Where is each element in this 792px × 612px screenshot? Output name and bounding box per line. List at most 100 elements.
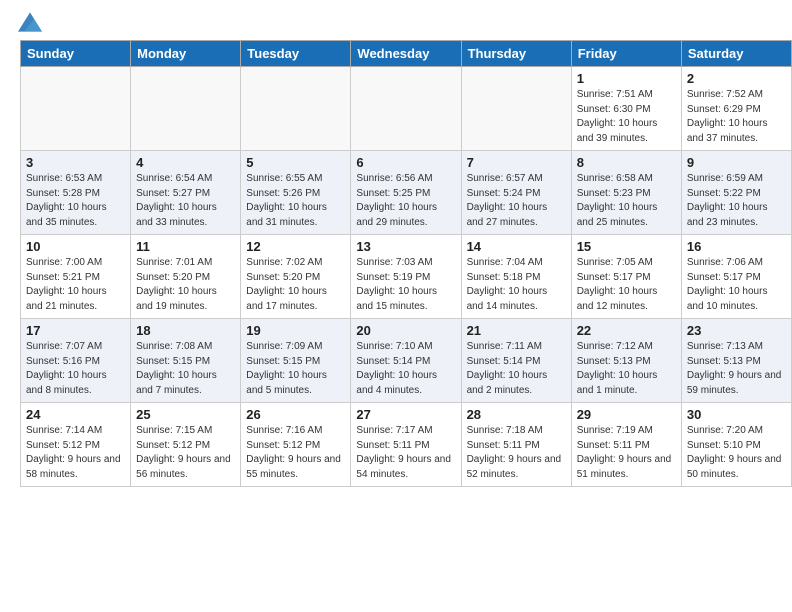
day-number: 25 [136,407,235,422]
calendar-header-cell: Friday [571,41,681,67]
day-number: 5 [246,155,345,170]
calendar-day-cell: 11 Sunrise: 7:01 AM Sunset: 5:20 PM Dayli… [131,235,241,319]
calendar-day-cell: 5 Sunrise: 6:55 AM Sunset: 5:26 PM Daylig… [241,151,351,235]
day-info: Sunrise: 7:01 AM Sunset: 5:20 PM Dayligh… [136,256,235,314]
calendar-week-row: 10 Sunrise: 7:00 AM Sunset: 5:21 PM Dayli… [21,235,792,319]
day-number: 24 [26,407,125,422]
day-info: Sunrise: 7:17 AM Sunset: 5:11 PM Dayligh… [356,424,455,482]
day-info: Sunrise: 6:56 AM Sunset: 5:25 PM Dayligh… [356,172,455,230]
calendar-header-row: SundayMondayTuesdayWednesdayThursdayFrid… [21,41,792,67]
calendar-day-cell: 27 Sunrise: 7:17 AM Sunset: 5:11 PM Dayli… [351,403,461,487]
day-number: 15 [577,239,676,254]
day-number: 8 [577,155,676,170]
calendar-day-cell: 26Sunrise: 7:16 AM Sunset: 5:12 PM Dayli… [241,403,351,487]
calendar-day-cell: 29 Sunrise: 7:19 AM Sunset: 5:11 PM Dayli… [571,403,681,487]
calendar-header-cell: Saturday [681,41,791,67]
calendar-day-cell: 22Sunrise: 7:12 AM Sunset: 5:13 PM Dayli… [571,319,681,403]
day-info: Sunrise: 6:55 AM Sunset: 5:26 PM Dayligh… [246,172,345,230]
day-number: 2 [687,71,786,86]
day-number: 18 [136,323,235,338]
day-number: 16 [687,239,786,254]
calendar-day-cell: 23 Sunrise: 7:13 AM Sunset: 5:13 PM Dayli… [681,319,791,403]
calendar-day-cell: 30 Sunrise: 7:20 AM Sunset: 5:10 PM Dayli… [681,403,791,487]
day-number: 28 [467,407,566,422]
calendar-header-cell: Sunday [21,41,131,67]
calendar-day-cell: 1Sunrise: 7:51 AM Sunset: 6:30 PM Daylig… [571,67,681,151]
day-info: Sunrise: 7:09 AM Sunset: 5:15 PM Dayligh… [246,340,345,398]
calendar-day-cell: 7Sunrise: 6:57 AM Sunset: 5:24 PM Daylig… [461,151,571,235]
calendar-day-cell: 14 Sunrise: 7:04 AM Sunset: 5:18 PM Dayli… [461,235,571,319]
calendar-day-cell: 18 Sunrise: 7:08 AM Sunset: 5:15 PM Dayli… [131,319,241,403]
day-info: Sunrise: 6:53 AM Sunset: 5:28 PM Dayligh… [26,172,125,230]
day-info: Sunrise: 7:06 AM Sunset: 5:17 PM Dayligh… [687,256,786,314]
day-number: 27 [356,407,455,422]
calendar-day-cell: 9Sunrise: 6:59 AM Sunset: 5:22 PM Daylig… [681,151,791,235]
calendar-header-cell: Thursday [461,41,571,67]
calendar-day-cell [131,67,241,151]
calendar-week-row: 1Sunrise: 7:51 AM Sunset: 6:30 PM Daylig… [21,67,792,151]
day-number: 11 [136,239,235,254]
calendar-week-row: 17 Sunrise: 7:07 AM Sunset: 5:16 PM Dayli… [21,319,792,403]
calendar-week-row: 3 Sunrise: 6:53 AM Sunset: 5:28 PM Daylig… [21,151,792,235]
day-info: Sunrise: 7:05 AM Sunset: 5:17 PM Dayligh… [577,256,676,314]
day-info: Sunrise: 7:04 AM Sunset: 5:18 PM Dayligh… [467,256,566,314]
day-info: Sunrise: 7:18 AM Sunset: 5:11 PM Dayligh… [467,424,566,482]
day-info: Sunrise: 7:19 AM Sunset: 5:11 PM Dayligh… [577,424,676,482]
logo [16,12,42,32]
calendar-day-cell: 6 Sunrise: 6:56 AM Sunset: 5:25 PM Daylig… [351,151,461,235]
calendar-day-cell [21,67,131,151]
day-number: 17 [26,323,125,338]
calendar-day-cell: 3 Sunrise: 6:53 AM Sunset: 5:28 PM Daylig… [21,151,131,235]
calendar-day-cell: 2 Sunrise: 7:52 AM Sunset: 6:29 PM Daylig… [681,67,791,151]
calendar-day-cell: 28 Sunrise: 7:18 AM Sunset: 5:11 PM Dayli… [461,403,571,487]
day-number: 6 [356,155,455,170]
calendar-day-cell: 8 Sunrise: 6:58 AM Sunset: 5:23 PM Daylig… [571,151,681,235]
calendar-day-cell: 19 Sunrise: 7:09 AM Sunset: 5:15 PM Dayli… [241,319,351,403]
day-info: Sunrise: 7:52 AM Sunset: 6:29 PM Dayligh… [687,88,786,146]
day-info: Sunrise: 7:51 AM Sunset: 6:30 PM Dayligh… [577,88,676,146]
calendar-day-cell: 15 Sunrise: 7:05 AM Sunset: 5:17 PM Dayli… [571,235,681,319]
day-info: Sunrise: 7:16 AM Sunset: 5:12 PM Dayligh… [246,424,345,482]
calendar-day-cell [351,67,461,151]
logo-icon [18,12,42,32]
day-info: Sunrise: 7:12 AM Sunset: 5:13 PM Dayligh… [577,340,676,398]
day-number: 21 [467,323,566,338]
day-number: 30 [687,407,786,422]
calendar-day-cell: 17 Sunrise: 7:07 AM Sunset: 5:16 PM Dayli… [21,319,131,403]
calendar-week-row: 24 Sunrise: 7:14 AM Sunset: 5:12 PM Dayli… [21,403,792,487]
day-info: Sunrise: 7:10 AM Sunset: 5:14 PM Dayligh… [356,340,455,398]
day-number: 19 [246,323,345,338]
day-number: 12 [246,239,345,254]
calendar-header-cell: Wednesday [351,41,461,67]
day-info: Sunrise: 7:08 AM Sunset: 5:15 PM Dayligh… [136,340,235,398]
calendar-day-cell: 13 Sunrise: 7:03 AM Sunset: 5:19 PM Dayli… [351,235,461,319]
day-info: Sunrise: 7:00 AM Sunset: 5:21 PM Dayligh… [26,256,125,314]
calendar-wrapper: SundayMondayTuesdayWednesdayThursdayFrid… [0,40,792,493]
calendar-day-cell [241,67,351,151]
day-info: Sunrise: 7:07 AM Sunset: 5:16 PM Dayligh… [26,340,125,398]
day-info: Sunrise: 7:15 AM Sunset: 5:12 PM Dayligh… [136,424,235,482]
calendar-day-cell: 12Sunrise: 7:02 AM Sunset: 5:20 PM Dayli… [241,235,351,319]
calendar-day-cell: 20 Sunrise: 7:10 AM Sunset: 5:14 PM Dayli… [351,319,461,403]
day-number: 3 [26,155,125,170]
day-number: 23 [687,323,786,338]
page-header [0,0,792,40]
day-number: 20 [356,323,455,338]
day-number: 29 [577,407,676,422]
day-info: Sunrise: 6:59 AM Sunset: 5:22 PM Dayligh… [687,172,786,230]
day-info: Sunrise: 7:13 AM Sunset: 5:13 PM Dayligh… [687,340,786,398]
day-number: 14 [467,239,566,254]
day-number: 13 [356,239,455,254]
calendar-day-cell: 25 Sunrise: 7:15 AM Sunset: 5:12 PM Dayli… [131,403,241,487]
day-info: Sunrise: 7:20 AM Sunset: 5:10 PM Dayligh… [687,424,786,482]
calendar-table: SundayMondayTuesdayWednesdayThursdayFrid… [20,40,792,487]
day-number: 10 [26,239,125,254]
day-info: Sunrise: 7:14 AM Sunset: 5:12 PM Dayligh… [26,424,125,482]
calendar-body: 1Sunrise: 7:51 AM Sunset: 6:30 PM Daylig… [21,67,792,487]
calendar-day-cell: 24 Sunrise: 7:14 AM Sunset: 5:12 PM Dayli… [21,403,131,487]
calendar-day-cell: 4Sunrise: 6:54 AM Sunset: 5:27 PM Daylig… [131,151,241,235]
calendar-day-cell: 10 Sunrise: 7:00 AM Sunset: 5:21 PM Dayli… [21,235,131,319]
day-info: Sunrise: 6:58 AM Sunset: 5:23 PM Dayligh… [577,172,676,230]
day-info: Sunrise: 6:57 AM Sunset: 5:24 PM Dayligh… [467,172,566,230]
day-info: Sunrise: 7:03 AM Sunset: 5:19 PM Dayligh… [356,256,455,314]
